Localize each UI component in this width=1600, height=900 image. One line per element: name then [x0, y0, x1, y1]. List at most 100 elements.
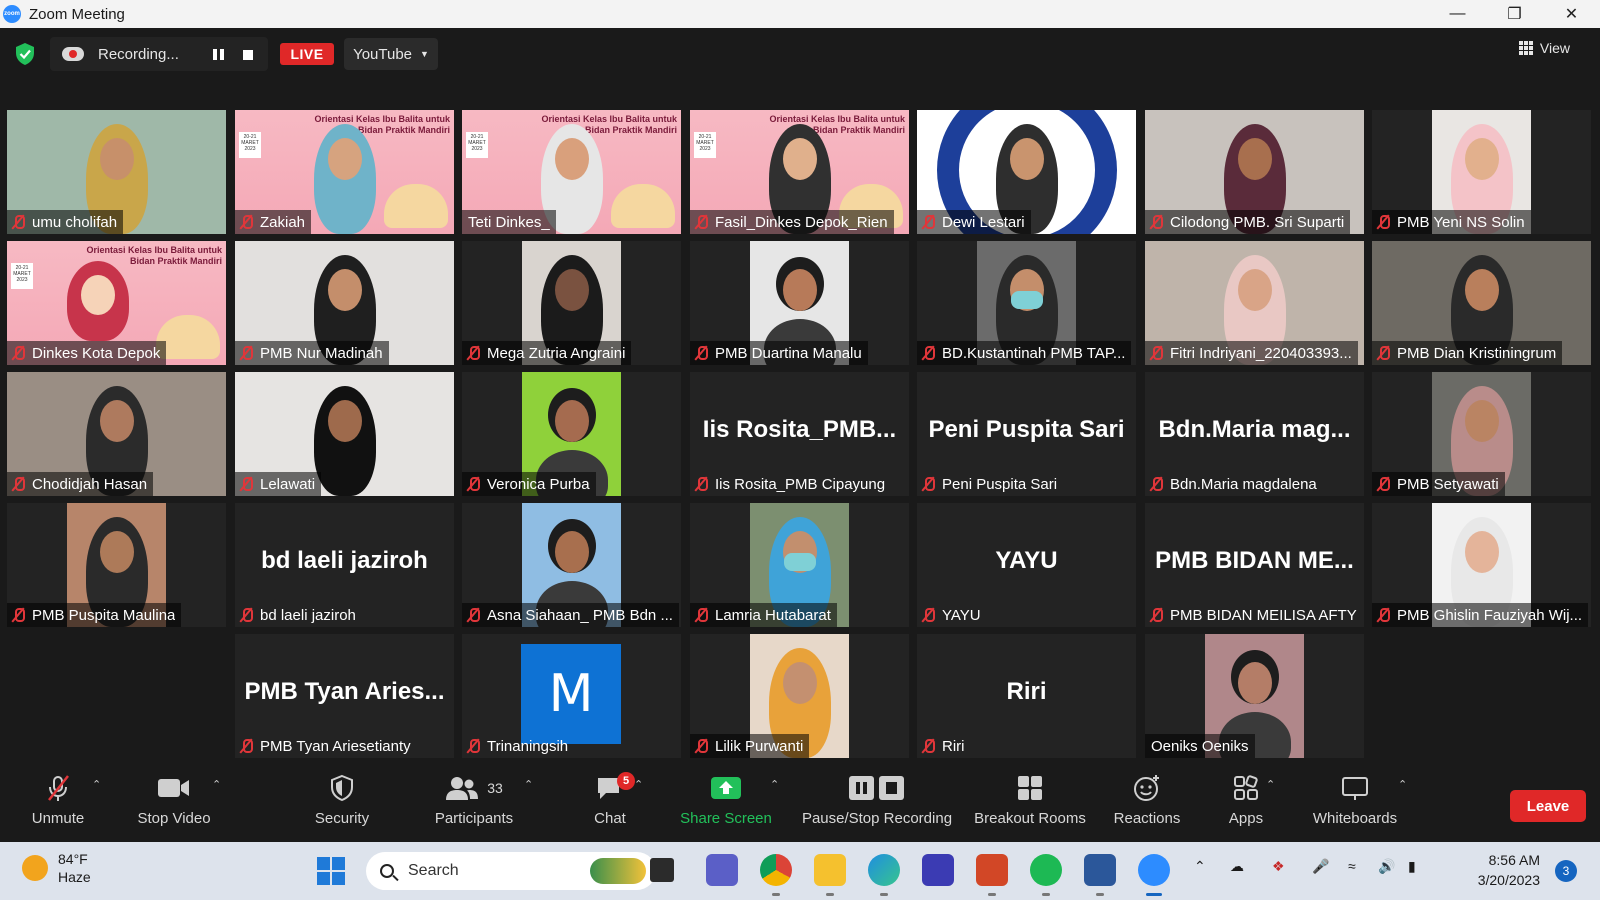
participant-tile[interactable]: Lilik Purwanti [690, 634, 909, 758]
mic-muted-icon [694, 607, 708, 623]
onedrive-cloud-icon[interactable]: ☁ [1230, 858, 1244, 875]
view-button[interactable]: View [1518, 40, 1570, 56]
participant-name-bar: Fitri Indriyani_220403393... [1145, 341, 1358, 365]
participant-tile[interactable]: Asna Siahaan_ PMB Bdn ... [462, 503, 681, 627]
participant-tile[interactable]: Iis Rosita_PMB... Iis Rosita_PMB Cipayung [690, 372, 909, 496]
whiteboards-caret-icon[interactable]: ⌃ [1398, 778, 1407, 791]
participant-name-bar: Zakiah [235, 210, 312, 234]
participant-tile[interactable]: Orientasi Kelas Ibu Balita untuk Bidan P… [7, 241, 226, 365]
participant-tile[interactable]: Mega Zutria Angraini [462, 241, 681, 365]
participant-name-bar: Iis Rosita_PMB Cipayung [690, 472, 891, 496]
security-button[interactable]: Security [300, 766, 384, 842]
pause-stop-recording-button[interactable]: Pause/Stop Recording [796, 766, 958, 842]
chrome-icon[interactable] [760, 854, 792, 896]
mic-muted-icon [921, 476, 935, 492]
edge-browser-icon[interactable] [868, 854, 900, 896]
share-screen-button[interactable]: Share Screen [676, 766, 776, 842]
apps-caret-icon[interactable]: ⌃ [1266, 778, 1275, 791]
unmute-label: Unmute [31, 810, 85, 827]
participant-tile[interactable]: M Trinaningsih [462, 634, 681, 758]
stop-recording-icon[interactable] [243, 50, 253, 60]
file-explorer-icon[interactable] [814, 854, 846, 896]
participant-tile[interactable]: Dewi Lestari [917, 110, 1136, 234]
teams-chat-icon[interactable] [706, 854, 738, 886]
participant-tile[interactable]: PMB Dian Kristiningrum [1372, 241, 1591, 365]
participant-tile[interactable]: Fitri Indriyani_220403393... [1145, 241, 1364, 365]
volume-icon[interactable]: 🔊 [1378, 858, 1395, 875]
participant-name: Bdn.Maria magdalena [1170, 475, 1317, 493]
tray-overflow-icon[interactable]: ⌃ [1194, 858, 1206, 875]
minimize-icon[interactable]: — [1429, 0, 1486, 28]
restore-icon[interactable]: ❐ [1486, 0, 1543, 28]
spotify-icon[interactable] [1030, 854, 1062, 896]
windows-start-icon[interactable] [316, 856, 346, 886]
participant-tile[interactable]: Lamria Hutabarat [690, 503, 909, 627]
participant-tile[interactable]: bd laeli jaziroh bd laeli jaziroh [235, 503, 454, 627]
clock-time: 8:56 AM [1488, 852, 1540, 868]
taskbar-clock[interactable]: 8:56 AM 3/20/2023 [1470, 850, 1540, 890]
participant-tile[interactable]: PMB Ghislin Fauziyah Wij... [1372, 503, 1591, 627]
wifi-icon[interactable]: ≈ [1348, 858, 1356, 874]
participants-caret-icon[interactable]: ⌃ [524, 778, 533, 791]
participant-tile[interactable]: Riri Riri [917, 634, 1136, 758]
security-label: Security [314, 810, 370, 827]
participant-tile[interactable]: Bdn.Maria mag... Bdn.Maria magdalena [1145, 372, 1364, 496]
battery-icon[interactable]: ▮ [1408, 858, 1416, 875]
audio-options-caret-icon[interactable]: ⌃ [92, 778, 101, 791]
participant-tile[interactable]: Orientasi Kelas Ibu Balita untuk Bidan P… [690, 110, 909, 234]
whiteboards-button[interactable]: Whiteboards [1300, 766, 1410, 842]
participant-tile[interactable]: PMB Setyawati [1372, 372, 1591, 496]
reactions-button[interactable]: Reactions [1105, 766, 1189, 842]
participants-button[interactable]: 33 Participants [426, 766, 522, 842]
close-icon[interactable]: ✕ [1543, 0, 1600, 28]
participant-tile[interactable]: PMB Yeni NS Solin [1372, 110, 1591, 234]
participant-name-bar: Dinkes Kota Depok [7, 341, 167, 365]
taskbar-search[interactable]: Search [366, 852, 656, 890]
word-icon[interactable] [1084, 854, 1116, 896]
leave-button[interactable]: Leave [1510, 790, 1586, 822]
participant-tile[interactable]: Orientasi Kelas Ibu Balita untuk Bidan P… [235, 110, 454, 234]
share-options-caret-icon[interactable]: ⌃ [770, 778, 779, 791]
video-options-caret-icon[interactable]: ⌃ [212, 778, 221, 791]
stream-target-dropdown[interactable]: YouTube ▼ [344, 38, 438, 70]
task-view-icon[interactable] [650, 858, 674, 882]
mic-muted-icon [694, 738, 708, 754]
participant-name-bar: PMB Setyawati [1372, 472, 1505, 496]
participant-tile[interactable]: Chodidjah Hasan [7, 372, 226, 496]
chat-caret-icon[interactable]: ⌃ [634, 778, 643, 791]
participant-tile[interactable]: PMB BIDAN ME... PMB BIDAN MEILISA AFTY [1145, 503, 1364, 627]
unmute-button[interactable]: Unmute [20, 766, 96, 842]
breakout-rooms-button[interactable]: Breakout Rooms [968, 766, 1092, 842]
live-badge[interactable]: LIVE [280, 43, 334, 65]
pen-app-icon[interactable] [922, 854, 954, 886]
powerpoint-icon[interactable] [976, 854, 1008, 896]
microphone-tray-icon[interactable]: 🎤 [1312, 858, 1329, 875]
participant-tile[interactable]: umu cholifah [7, 110, 226, 234]
participant-tile[interactable]: PMB Duartina Manalu [690, 241, 909, 365]
participant-tile[interactable]: PMB Puspita Maulina [7, 503, 226, 627]
mic-muted-icon [11, 476, 25, 492]
chat-button[interactable]: 5 Chat [580, 766, 640, 842]
mic-muted-icon [1149, 476, 1163, 492]
participant-tile[interactable]: Lelawati [235, 372, 454, 496]
participant-name: umu cholifah [32, 213, 118, 231]
stop-video-button[interactable]: Stop Video [126, 766, 222, 842]
participant-tile[interactable]: BD.Kustantinah PMB TAP... [917, 241, 1136, 365]
participant-name: PMB Dian Kristiningrum [1397, 344, 1557, 362]
weather-widget[interactable]: 84°F Haze [22, 850, 91, 886]
participant-tile[interactable]: Oeniks Oeniks [1145, 634, 1364, 758]
participant-name-bar: Chodidjah Hasan [7, 472, 154, 496]
notification-count-badge[interactable]: 3 [1555, 860, 1577, 882]
mic-muted-icon [466, 607, 480, 623]
participant-tile[interactable]: Peni Puspita Sari Peni Puspita Sari [917, 372, 1136, 496]
encryption-shield-icon[interactable] [14, 42, 36, 66]
dropbox-icon[interactable]: ❖ [1272, 858, 1285, 875]
participant-tile[interactable]: YAYU YAYU [917, 503, 1136, 627]
participant-tile[interactable]: Veronica Purba [462, 372, 681, 496]
participant-tile[interactable]: PMB Tyan Aries... PMB Tyan Ariesetianty [235, 634, 454, 758]
zoom-taskbar-icon[interactable] [1138, 854, 1170, 896]
participant-tile[interactable]: Orientasi Kelas Ibu Balita untuk Bidan P… [462, 110, 681, 234]
participant-tile[interactable]: Cilodong PMB. Sri Suparti [1145, 110, 1364, 234]
participant-tile[interactable]: PMB Nur Madinah [235, 241, 454, 365]
pause-recording-icon[interactable] [210, 46, 226, 62]
